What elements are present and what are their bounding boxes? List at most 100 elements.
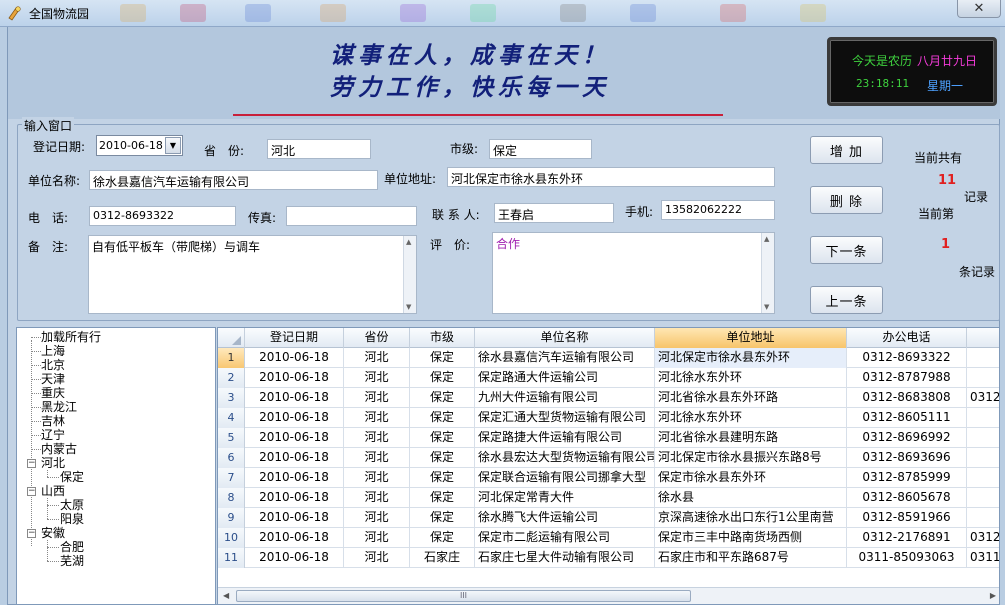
tree-item-wuhu[interactable]: 芜湖 — [60, 555, 84, 568]
mobile-field[interactable]: 13582062222 — [661, 200, 775, 220]
remark-scrollbar[interactable]: ▲ ▼ — [403, 236, 416, 313]
col-header-extra[interactable] — [967, 328, 999, 348]
scroll-thumb[interactable]: III — [236, 590, 691, 602]
cell-extra[interactable]: 0312 — [967, 528, 999, 548]
prev-button[interactable]: 上一条 — [810, 286, 883, 314]
cell-address[interactable]: 河北徐水东外环 — [655, 368, 847, 388]
cell-reg-date[interactable]: 2010-06-18 — [245, 408, 344, 428]
fax-field[interactable] — [286, 206, 417, 226]
cell-city[interactable]: 保定 — [410, 508, 475, 528]
row-header[interactable]: 11 — [218, 548, 245, 568]
scroll-left-icon[interactable]: ◀ — [223, 591, 229, 600]
cell-phone[interactable]: 0312-8693696 — [847, 448, 967, 468]
cell-reg-date[interactable]: 2010-06-18 — [245, 348, 344, 368]
tree-item-hebei[interactable]: 河北 — [41, 457, 65, 470]
cell-company[interactable]: 徐水腾飞大件运输公司 — [475, 508, 655, 528]
cell-extra[interactable] — [967, 408, 999, 428]
cell-company[interactable]: 保定路通大件运输公司 — [475, 368, 655, 388]
cell-province[interactable]: 河北 — [344, 448, 410, 468]
collapse-icon[interactable]: − — [27, 459, 36, 468]
cell-city[interactable]: 保定 — [410, 448, 475, 468]
cell-address[interactable]: 河北保定市徐水县振兴东路8号 — [655, 448, 847, 468]
tree-item-taiyuan[interactable]: 太原 — [60, 499, 84, 512]
table-row[interactable]: 5 2010-06-18 河北 保定 保定路捷大件运输有限公司 河北省徐水县建明东路 031… — [218, 428, 999, 448]
tree-item-shanxi[interactable]: 山西 — [41, 485, 65, 498]
col-header-phone[interactable]: 办公电话 — [847, 328, 967, 348]
cell-extra[interactable] — [967, 368, 999, 388]
table-row[interactable]: 9 2010-06-18 河北 保定 徐水腾飞大件运输公司 京深高速徐水出口东行1公里南营… — [218, 508, 999, 528]
row-header[interactable]: 8 — [218, 488, 245, 508]
cell-address[interactable]: 河北保定市徐水县东外环 — [655, 348, 847, 368]
cell-address[interactable]: 京深高速徐水出口东行1公里南营 — [655, 508, 847, 528]
cell-company[interactable]: 徐水县宏达大型货物运输有限公司 — [475, 448, 655, 468]
cell-phone[interactable]: 0312-8605111 — [847, 408, 967, 428]
cell-phone[interactable]: 0312-8693322 — [847, 348, 967, 368]
cell-reg-date[interactable]: 2010-06-18 — [245, 468, 344, 488]
contact-field[interactable]: 王春启 — [494, 203, 614, 223]
select-all-corner[interactable] — [218, 328, 245, 348]
add-button[interactable]: 增 加 — [810, 136, 883, 164]
cell-reg-date[interactable]: 2010-06-18 — [245, 488, 344, 508]
row-header[interactable]: 5 — [218, 428, 245, 448]
cell-reg-date[interactable]: 2010-06-18 — [245, 388, 344, 408]
cell-reg-date[interactable]: 2010-06-18 — [245, 548, 344, 568]
cell-address[interactable]: 保定市三丰中路南货场西侧 — [655, 528, 847, 548]
company-field[interactable]: 徐水县嘉信汽车运输有限公司 — [89, 170, 378, 190]
cell-province[interactable]: 河北 — [344, 348, 410, 368]
col-header-city[interactable]: 市级 — [410, 328, 475, 348]
grid-hscrollbar[interactable]: ◀ III ▶ — [218, 587, 999, 604]
tree-item-yangquan[interactable]: 阳泉 — [60, 513, 84, 526]
tree-item-hefei[interactable]: 合肥 — [60, 541, 84, 554]
row-header[interactable]: 6 — [218, 448, 245, 468]
cell-city[interactable]: 保定 — [410, 388, 475, 408]
cell-reg-date[interactable]: 2010-06-18 — [245, 368, 344, 388]
cell-phone[interactable]: 0312-8785999 — [847, 468, 967, 488]
table-row[interactable]: 11 2010-06-18 河北 石家庄 石家庄七星大件动输有限公司 石家庄市和平东路68… — [218, 548, 999, 568]
cell-extra[interactable]: 0312 — [967, 388, 999, 408]
row-header[interactable]: 2 — [218, 368, 245, 388]
reg-date-picker[interactable]: 2010-06-18 ▼ — [96, 135, 183, 156]
cell-phone[interactable]: 0311-85093063 — [847, 548, 967, 568]
cell-city[interactable]: 保定 — [410, 468, 475, 488]
evaluation-scrollbar[interactable]: ▲ ▼ — [761, 233, 774, 313]
cell-city[interactable]: 保定 — [410, 408, 475, 428]
cell-extra[interactable] — [967, 468, 999, 488]
next-button[interactable]: 下一条 — [810, 236, 883, 264]
cell-company[interactable]: 九州大件运输有限公司 — [475, 388, 655, 408]
cell-phone[interactable]: 0312-8787988 — [847, 368, 967, 388]
col-header-address[interactable]: 单位地址 — [655, 328, 847, 348]
cell-city[interactable]: 保定 — [410, 368, 475, 388]
cell-extra[interactable] — [967, 348, 999, 368]
table-row[interactable]: 4 2010-06-18 河北 保定 保定汇通大型货物运输有限公司 河北徐水东外环 0312… — [218, 408, 999, 428]
cell-phone[interactable]: 0312-8605678 — [847, 488, 967, 508]
tree-item-neimenggu[interactable]: 内蒙古 — [41, 443, 77, 456]
col-header-company[interactable]: 单位名称 — [475, 328, 655, 348]
cell-extra[interactable] — [967, 428, 999, 448]
cell-address[interactable]: 保定市徐水县东外环 — [655, 468, 847, 488]
cell-company[interactable]: 保定汇通大型货物运输有限公司 — [475, 408, 655, 428]
dropdown-arrow-icon[interactable]: ▼ — [165, 137, 181, 154]
cell-reg-date[interactable]: 2010-06-18 — [245, 428, 344, 448]
cell-phone[interactable]: 0312-8696992 — [847, 428, 967, 448]
cell-phone[interactable]: 0312-8591966 — [847, 508, 967, 528]
cell-province[interactable]: 河北 — [344, 548, 410, 568]
col-header-reg-date[interactable]: 登记日期 — [245, 328, 344, 348]
cell-reg-date[interactable]: 2010-06-18 — [245, 448, 344, 468]
province-field[interactable]: 河北 — [267, 139, 371, 159]
tree-item-heilongjiang[interactable]: 黑龙江 — [41, 401, 77, 414]
address-field[interactable]: 河北保定市徐水县东外环 — [447, 167, 775, 187]
cell-company[interactable]: 石家庄七星大件动输有限公司 — [475, 548, 655, 568]
table-row[interactable]: 3 2010-06-18 河北 保定 九州大件运输有限公司 河北省徐水县东外环路 0312-… — [218, 388, 999, 408]
phone-field[interactable]: 0312-8693322 — [89, 206, 236, 226]
cell-city[interactable]: 石家庄 — [410, 548, 475, 568]
tree-item-liaoning[interactable]: 辽宁 — [41, 429, 65, 442]
table-row[interactable]: 8 2010-06-18 河北 保定 河北保定常青大件 徐水县 0312-8605678 — [218, 488, 999, 508]
scroll-down-icon[interactable]: ▼ — [406, 303, 411, 311]
row-header[interactable]: 9 — [218, 508, 245, 528]
cell-company[interactable]: 河北保定常青大件 — [475, 488, 655, 508]
tree-item-chongqing[interactable]: 重庆 — [41, 387, 65, 400]
cell-address[interactable]: 河北省徐水县东外环路 — [655, 388, 847, 408]
collapse-icon[interactable]: − — [27, 529, 36, 538]
cell-company[interactable]: 保定市二彪运输有限公司 — [475, 528, 655, 548]
tree-item-tianjin[interactable]: 天津 — [41, 373, 65, 386]
